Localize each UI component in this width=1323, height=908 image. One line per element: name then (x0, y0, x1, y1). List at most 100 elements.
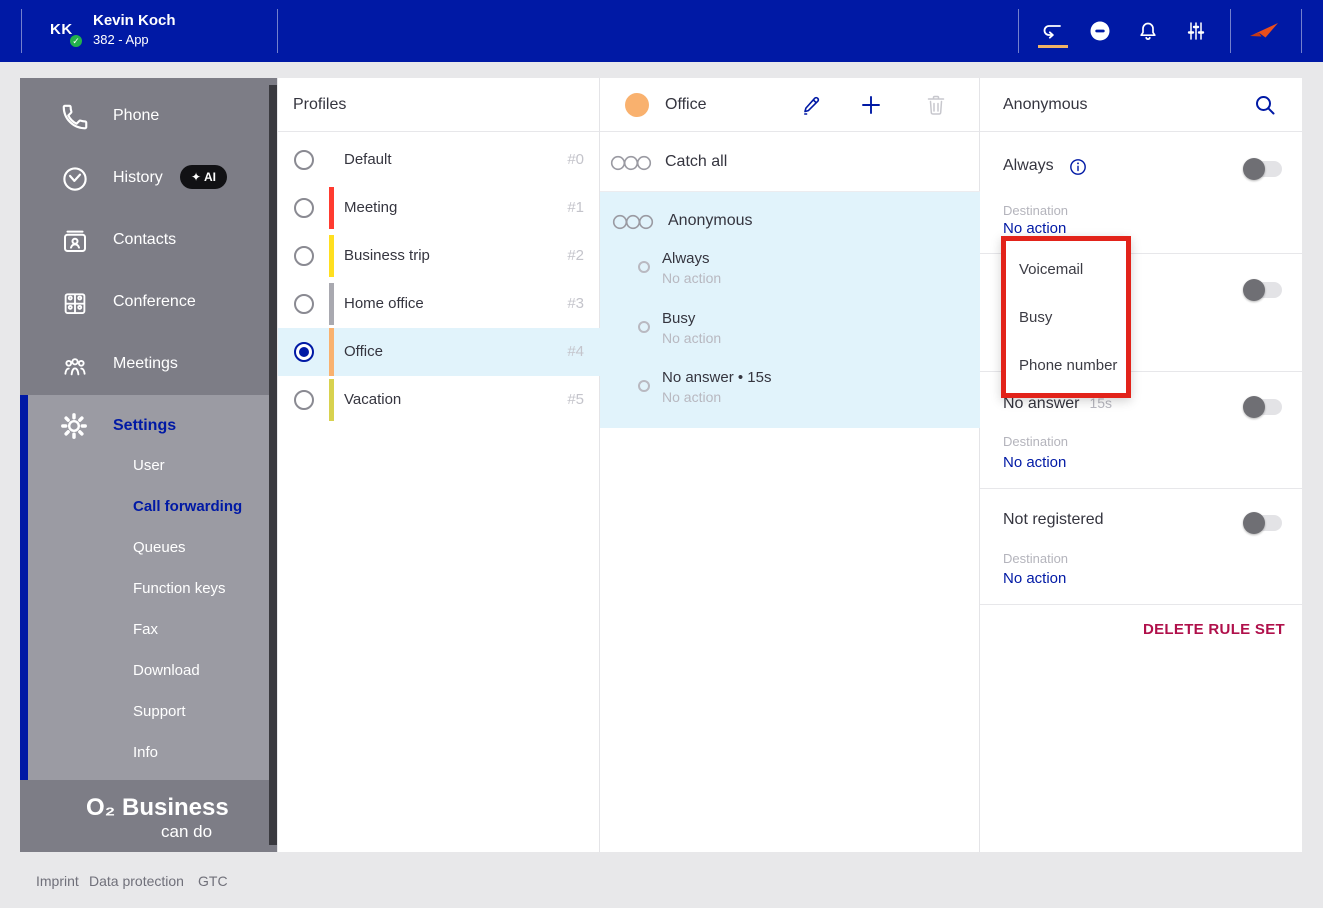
add-rule-group-icon[interactable] (859, 93, 883, 117)
group-label: Catch all (665, 153, 728, 170)
radio-icon[interactable] (294, 198, 314, 218)
sidebar-item-conference[interactable]: Conference (20, 272, 277, 334)
footer-link-gtc[interactable]: GTC (198, 873, 228, 889)
destination-value-link[interactable]: No action (1003, 454, 1066, 471)
ruleset-column: Office Catch all Anonymous Always No act… (600, 78, 980, 852)
call-forwarding-icon[interactable] (1040, 19, 1064, 43)
dropdown-option-busy[interactable]: Busy (1019, 309, 1119, 326)
settings-item-user[interactable]: User (133, 457, 165, 474)
footer-link-data-protection[interactable]: Data protection (89, 873, 184, 889)
divider (1018, 9, 1019, 53)
sidebar-item-phone[interactable]: Phone (20, 86, 277, 148)
user-name: Kevin Koch (93, 12, 176, 29)
subrule-always[interactable]: Always No action (600, 244, 980, 303)
brand-name: O₂ Business (86, 794, 229, 821)
sidebar-item-history[interactable]: History ✦ AI (20, 148, 277, 210)
settings-item-info[interactable]: Info (133, 744, 158, 761)
profile-row-office[interactable]: Office #4 (278, 328, 600, 376)
destination-label: Destination (1003, 434, 1069, 449)
settings-item-download[interactable]: Download (133, 662, 200, 679)
sidebar-item-meetings[interactable]: Meetings (20, 334, 277, 396)
info-icon[interactable] (1068, 157, 1088, 177)
settings-item-queues[interactable]: Queues (133, 539, 186, 556)
radio-selected-icon[interactable] (294, 342, 314, 362)
phone-icon (60, 102, 90, 132)
sidebar-item-contacts[interactable]: Contacts (20, 210, 277, 272)
settings-item-call-forwarding[interactable]: Call forwarding (133, 498, 242, 515)
rule-subtitle: No action (662, 330, 722, 346)
profile-row-business-trip[interactable]: Business trip #2 (278, 232, 600, 280)
subrule-no-answer[interactable]: No answer • 15s No action (600, 363, 980, 422)
rule-dot-icon (638, 261, 650, 273)
radio-icon[interactable] (294, 150, 314, 170)
divider (980, 604, 1302, 605)
busy-toggle[interactable] (1243, 279, 1282, 301)
settings-item-fax[interactable]: Fax (133, 621, 158, 638)
do-not-disturb-icon[interactable] (1088, 19, 1112, 43)
edit-pencil-icon[interactable] (800, 93, 824, 117)
dropdown-option-phone-number[interactable]: Phone number (1019, 357, 1119, 374)
sidebar-scrollbar[interactable] (269, 85, 277, 845)
destination-value-link[interactable]: No action (1003, 570, 1066, 587)
no-answer-toggle[interactable] (1243, 396, 1282, 418)
detail-title: Anonymous (1003, 96, 1088, 113)
meetings-icon (60, 350, 90, 380)
sidebar-nav: Phone History ✦ AI Contacts Conference M… (20, 78, 277, 395)
radio-icon[interactable] (294, 294, 314, 314)
footer-link-imprint[interactable]: Imprint (36, 873, 79, 889)
notifications-bell-icon[interactable] (1136, 19, 1160, 43)
sidebar: Phone History ✦ AI Contacts Conference M… (20, 78, 277, 852)
rule-group-catch-all[interactable]: Catch all (600, 134, 980, 192)
detail-header: Anonymous (980, 78, 1302, 132)
destination-dropdown-annotated: Voicemail Busy Phone number (1001, 236, 1131, 398)
profile-name: Office (344, 343, 383, 360)
contacts-icon (60, 226, 90, 256)
settings-item-support[interactable]: Support (133, 703, 186, 720)
rule-detail-column: Anonymous Always Destination No action N… (980, 78, 1302, 852)
sidebar-item-label: Meetings (113, 355, 178, 372)
search-icon[interactable] (1253, 93, 1277, 117)
profile-color-dot (625, 93, 649, 117)
gear-icon (58, 410, 90, 442)
divider (1230, 9, 1231, 53)
trash-icon[interactable] (924, 93, 948, 117)
group-circles-icon (612, 210, 656, 234)
profile-number: #1 (567, 199, 584, 216)
delete-rule-set-button[interactable]: DELETE RULE SET (1143, 621, 1285, 638)
profile-number: #5 (567, 391, 584, 408)
history-icon (60, 164, 90, 194)
divider (980, 488, 1302, 489)
profile-row-vacation[interactable]: Vacation #5 (278, 376, 600, 424)
rule-title: Always (662, 250, 710, 267)
sidebar-item-settings[interactable]: Settings (113, 417, 176, 435)
sidebar-item-label: Contacts (113, 231, 177, 248)
active-section-bar (20, 395, 28, 780)
subrule-busy[interactable]: Busy No action (600, 304, 980, 363)
profile-color-bar (329, 187, 334, 229)
profile-row-default[interactable]: Default #0 (278, 136, 600, 184)
profile-name: Vacation (344, 391, 402, 408)
group-label: Anonymous (668, 212, 753, 229)
rule-subtitle: No action (662, 389, 722, 405)
radio-icon[interactable] (294, 390, 314, 410)
destination-value-link[interactable]: No action (1003, 220, 1066, 237)
profile-row-meeting[interactable]: Meeting #1 (278, 184, 600, 232)
sidebar-item-label: History (113, 169, 163, 186)
brand-arrow-icon[interactable] (1248, 16, 1280, 46)
sidebar-item-label: Conference (113, 293, 196, 310)
dropdown-option-voicemail[interactable]: Voicemail (1019, 261, 1119, 278)
profile-number: #2 (567, 247, 584, 264)
profile-number: #4 (567, 343, 584, 360)
profiles-column: Profiles Default #0 Meeting #1 Business … (278, 78, 834, 852)
radio-icon[interactable] (294, 246, 314, 266)
not-registered-toggle[interactable] (1243, 512, 1282, 534)
rule-dot-icon (638, 380, 650, 392)
group-circles-icon (610, 151, 654, 175)
always-toggle[interactable] (1243, 158, 1282, 180)
sliders-icon[interactable] (1184, 19, 1208, 43)
profile-name: Meeting (344, 199, 398, 216)
profile-row-home-office[interactable]: Home office #3 (278, 280, 600, 328)
profile-number: #0 (567, 151, 584, 168)
settings-item-function-keys[interactable]: Function keys (133, 580, 226, 597)
rule-group-anonymous-selected[interactable]: Anonymous Always No action Busy No actio… (600, 192, 980, 428)
